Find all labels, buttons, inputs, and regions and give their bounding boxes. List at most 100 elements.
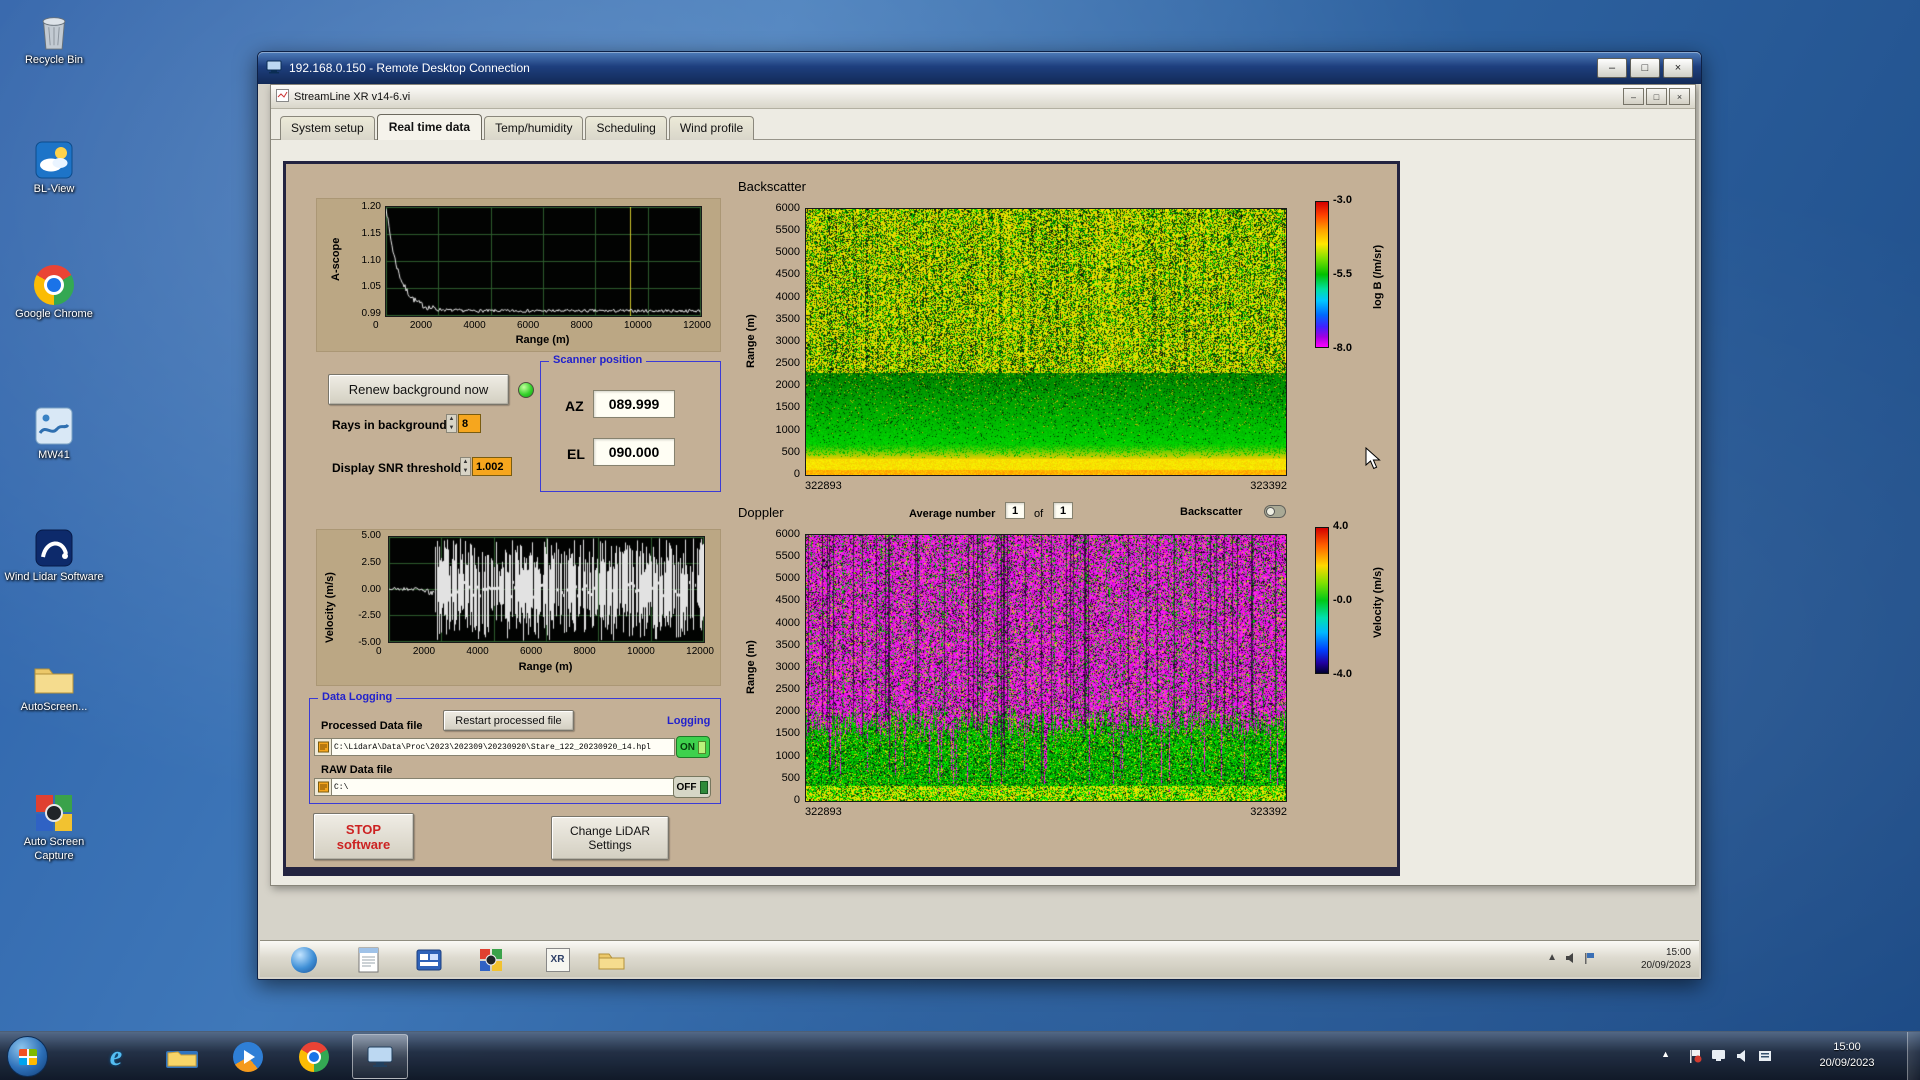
y-tick-label: 0 [794,468,800,480]
rdp-titlebar[interactable]: 192.168.0.150 - Remote Desktop Connectio… [258,52,1701,84]
x-tick-label: 322893 [805,806,842,818]
desktop-icon-label: BL-View [4,183,104,197]
ascope-y-axis-label: A-scope [329,209,343,309]
y-tick-label: 1.05 [362,281,381,292]
path-drive-icon [314,738,331,756]
x-tick-label: 8000 [571,320,593,331]
doppler-y-ticks: 6000550050004500400035003000250020001500… [762,528,800,806]
y-tick-label: 500 [782,772,800,784]
remote-folder-icon[interactable] [597,945,626,974]
host-taskbar: e ▲ 15:00 20/09/2023 [0,1031,1920,1080]
x-tick-label: 6000 [520,646,542,657]
taskbar-rdp-button[interactable] [352,1034,408,1079]
desktop-icon-google-chrome[interactable]: Google Chrome [4,262,104,322]
desktop-icon-autoscreen-folder[interactable]: AutoScreen... [4,655,104,715]
language-icon[interactable] [1758,1049,1772,1068]
start-button[interactable] [7,1036,48,1077]
change-lidar-settings-button[interactable]: Change LiDAR Settings [551,816,669,860]
processed-path-field[interactable]: C:\LidarA\Data\Proc\2023\202309\20230920… [331,738,675,756]
tab-scheduling[interactable]: Scheduling [585,116,666,140]
mw41-icon [4,403,104,449]
tab-real-time-data[interactable]: Real time data [377,114,482,140]
tab-wind-profile[interactable]: Wind profile [669,116,754,140]
raw-logging-toggle[interactable]: OFF [673,776,711,798]
remote-clock[interactable]: 15:00 20/09/2023 [1641,946,1691,972]
y-tick-label: 1.10 [362,255,381,266]
volume-icon[interactable] [1736,1049,1750,1068]
desktop-icon-label: Recycle Bin [4,54,104,68]
tab-system-setup[interactable]: System setup [280,116,375,140]
el-value-field[interactable]: 090.000 [593,438,675,466]
average-total-field[interactable]: 1 [1053,502,1073,519]
rdp-maximize-button[interactable]: □ [1630,58,1660,78]
remote-hidden-icons-arrow-icon[interactable]: ▲ [1547,952,1557,963]
labview-close-button[interactable]: × [1669,88,1690,105]
stop-line1: STOP [346,822,381,837]
y-tick-label: 1.15 [362,228,381,239]
network-icon[interactable] [1711,1049,1726,1068]
tab-bar: System setup Real time data Temp/humidit… [271,109,1695,140]
clock-time: 15:00 [1802,1040,1892,1056]
x-tick-label: 10000 [627,646,655,657]
rays-value-field[interactable]: 8 [458,414,481,433]
doppler-y-axis-label: Range (m) [744,534,758,800]
xr-app-icon[interactable]: XR [543,945,572,974]
velocity-x-ticks: 020004000600080001000012000 [376,646,714,657]
action-center-flag-icon[interactable] [1688,1049,1702,1068]
system-clock[interactable]: 15:00 20/09/2023 [1802,1040,1892,1072]
backscatter-toggle-label: Backscatter [1180,506,1242,518]
desktop-icon-wind-lidar[interactable]: Wind Lidar Software [4,525,104,585]
processed-logging-toggle[interactable]: ON [676,736,710,758]
snr-value-field[interactable]: 1.002 [472,457,512,476]
y-tick-label: 3500 [776,313,800,325]
labview-maximize-button[interactable]: □ [1646,88,1667,105]
doppler-colorbar [1315,527,1329,674]
desktop-icon-label: AutoScreen... [4,701,104,715]
rdp-minimize-button[interactable]: – [1597,58,1627,78]
desktop-icon-recycle-bin[interactable]: Recycle Bin [4,8,104,68]
desktop-icon-bl-view[interactable]: BL-View [4,137,104,197]
rdp-close-button[interactable]: × [1663,58,1693,78]
background-led-indicator [518,382,534,398]
raw-path-field[interactable]: C:\ [331,778,675,796]
taskbar-chrome-icon[interactable] [294,1038,334,1075]
auto-screen-capture-icon [4,790,104,836]
raw-path-control[interactable]: C:\ [314,778,675,796]
snr-spinner[interactable]: ▲▼ [460,457,471,476]
of-label: of [1034,508,1043,520]
backscatter-toggle-switch[interactable] [1264,505,1286,518]
az-value-field[interactable]: 089.999 [593,390,675,418]
notepad-icon[interactable] [354,945,383,974]
remote-flag-icon[interactable] [1583,952,1595,967]
taskbar-wmp-icon[interactable] [228,1038,268,1075]
processed-path-control[interactable]: C:\LidarA\Data\Proc\2023\202309\20230920… [314,738,675,756]
renew-background-button[interactable]: Renew background now [328,374,509,405]
y-tick-label: 5500 [776,550,800,562]
y-tick-label: 5.00 [362,530,381,541]
taskbar-ie-icon[interactable]: e [96,1038,136,1075]
restart-processed-file-button[interactable]: Restart processed file [443,710,574,731]
rays-spinner[interactable]: ▲▼ [446,414,457,433]
remote-date: 20/09/2023 [1641,959,1691,972]
capture-app-icon[interactable] [476,945,505,974]
remote-volume-icon[interactable] [1565,952,1577,967]
taskbar-explorer-icon[interactable] [162,1038,202,1075]
average-number-field[interactable]: 1 [1005,502,1025,519]
stop-software-button[interactable]: STOP software [313,813,414,860]
show-desktop-button[interactable] [1907,1032,1920,1080]
labview-titlebar[interactable]: StreamLine XR v14-6.vi – □ × [271,85,1695,109]
desktop-icon-auto-screen-capture[interactable]: Auto Screen Capture [4,790,104,864]
tab-temp-humidity[interactable]: Temp/humidity [484,116,583,140]
y-tick-label: 4500 [776,594,800,606]
ascope-y-ticks: 1.201.151.101.050.99 [347,201,381,319]
toggle-on-label: ON [680,742,695,753]
remote-browser-icon[interactable] [289,945,318,974]
doppler-colorbar-label: Velocity (m/s) [1371,548,1385,658]
x-tick-label: 0 [373,320,379,331]
colorbar-tick-label: -4.0 [1333,668,1352,680]
tray-chevron-icon[interactable]: ▲ [1661,1049,1670,1059]
data-logging-group: Data Logging Processed Data file Restart… [309,698,721,804]
remote-app-icon[interactable] [414,945,443,974]
labview-minimize-button[interactable]: – [1623,88,1644,105]
desktop-icon-mw41[interactable]: MW41 [4,403,104,463]
